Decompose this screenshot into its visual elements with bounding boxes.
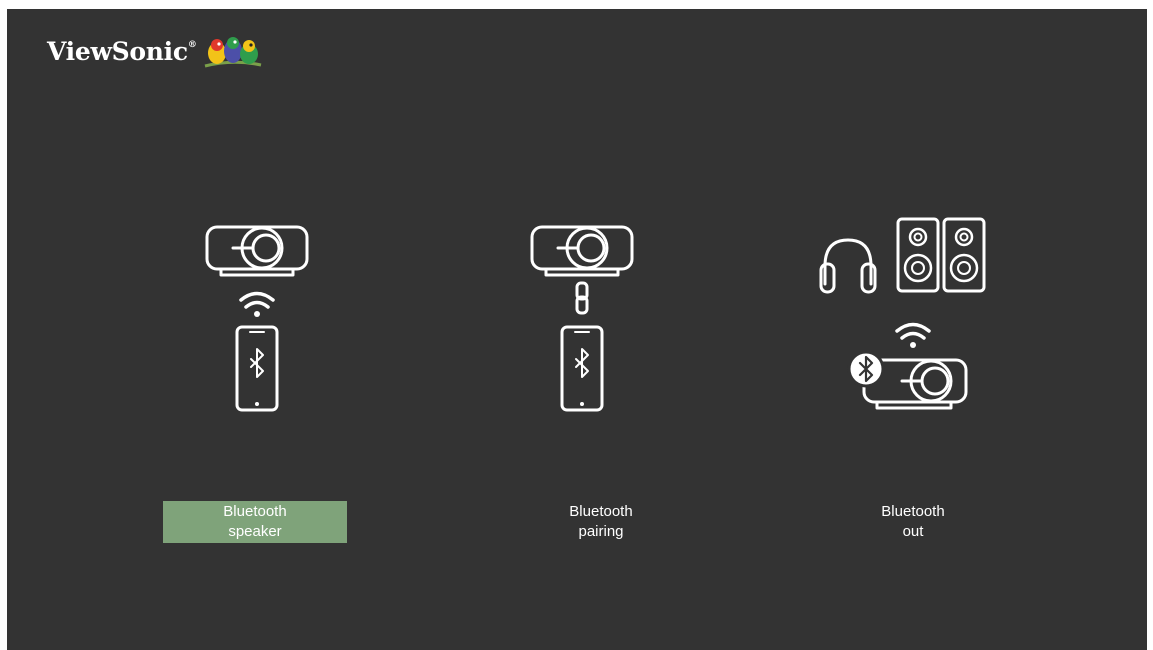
projector-icon xyxy=(205,225,309,277)
option-label-line2: pairing xyxy=(578,523,624,540)
option-label-line2: speaker xyxy=(228,523,282,540)
wifi-icon xyxy=(239,291,275,317)
projector-to-headphones-speakers-icon xyxy=(819,217,986,410)
projector-phone-link-icon xyxy=(530,225,634,412)
option-label-line1: Bluetooth xyxy=(223,503,287,520)
brand-name: ViewSonic® xyxy=(47,36,197,66)
projector-icon xyxy=(530,225,634,277)
bluetooth-out-option[interactable]: Bluetooth out xyxy=(821,501,1005,543)
wifi-icon xyxy=(895,322,931,348)
option-label-line1: Bluetooth xyxy=(881,503,945,520)
projector-to-phone-bluetooth-icon xyxy=(205,225,309,412)
birds-logo-icon xyxy=(204,37,261,68)
option-label-line2: out xyxy=(902,523,924,540)
brand-logo: ViewSonic® xyxy=(47,31,263,71)
bluetooth-speaker-option[interactable]: Bluetooth speaker xyxy=(163,501,347,543)
bluetooth-pairing-option[interactable]: Bluetooth pairing xyxy=(509,501,693,543)
speaker-icon xyxy=(942,217,986,293)
headphones-icon xyxy=(819,238,877,294)
phone-bluetooth-icon xyxy=(235,325,279,412)
speaker-icon xyxy=(896,217,940,293)
chain-link-icon xyxy=(575,281,589,315)
bluetooth-badge-icon xyxy=(847,350,885,388)
option-label-line1: Bluetooth xyxy=(569,503,633,520)
bluetooth-menu-screen: ViewSonic® Bluetooth speaker Bluetooth p… xyxy=(7,9,1147,650)
phone-bluetooth-icon xyxy=(560,325,604,412)
